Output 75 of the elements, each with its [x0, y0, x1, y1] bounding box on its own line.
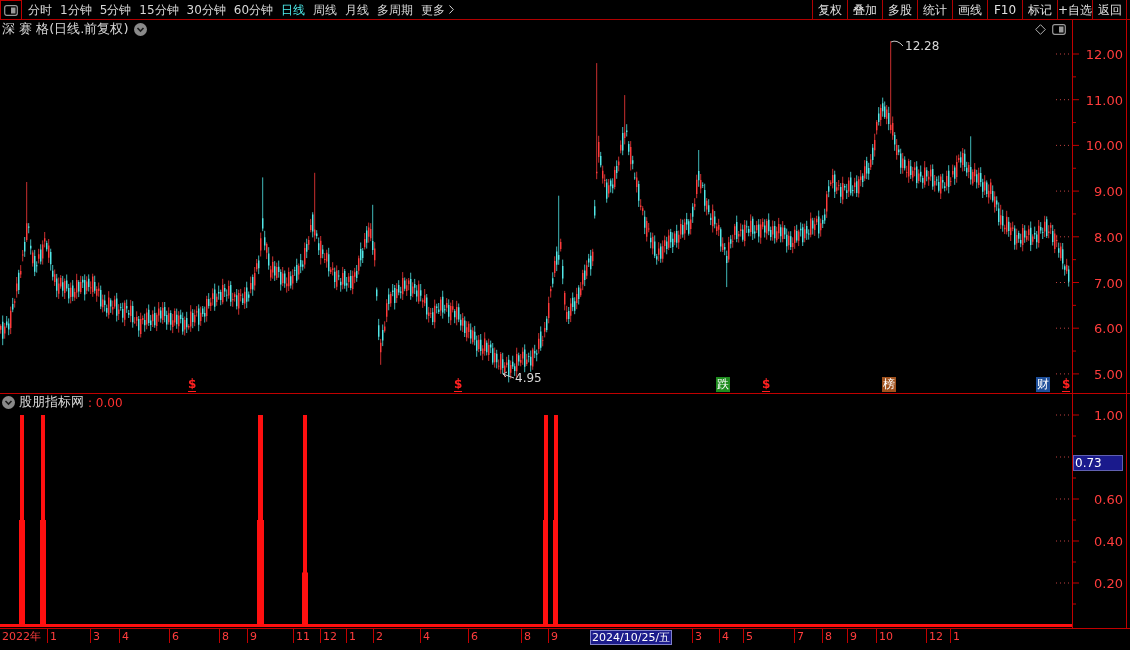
- period-tab[interactable]: 日线: [277, 0, 310, 19]
- period-tab[interactable]: 周线: [309, 0, 342, 19]
- indicator-axis-label: 0.20: [1094, 576, 1123, 591]
- date-axis-label: 4: [122, 630, 129, 643]
- date-axis-label: 4: [722, 630, 729, 643]
- period-tab[interactable]: 30分钟: [182, 0, 230, 19]
- indicator-title: 股朋指标网: [19, 393, 84, 412]
- panel-toggle-icon[interactable]: [1052, 23, 1066, 35]
- indicator-axis-label: 1.00: [1094, 408, 1123, 423]
- price-axis-label: 6.00: [1094, 321, 1123, 337]
- indicator-value: : 0.00: [88, 394, 123, 412]
- period-tab[interactable]: 15分钟: [135, 0, 183, 19]
- diamond-icon[interactable]: [1035, 23, 1046, 35]
- date-axis-label: 11: [296, 630, 310, 643]
- toolbar-button[interactable]: 返回: [1092, 0, 1127, 19]
- low-price-label: 4.95: [515, 371, 542, 385]
- price-axis-label: 5.00: [1094, 366, 1123, 382]
- price-axis-label: 11.00: [1085, 92, 1123, 108]
- date-axis-label: 1: [349, 630, 356, 643]
- indicator-axis-label: 0.60: [1094, 492, 1123, 507]
- date-axis-label: 8: [222, 630, 229, 643]
- date-axis-label: 3: [93, 630, 100, 643]
- panel-toggle-icon: [4, 4, 18, 16]
- date-axis-label: 1: [953, 630, 960, 643]
- chevron-down-icon[interactable]: [133, 22, 147, 36]
- date-axis-label: 9: [850, 630, 857, 643]
- date-axis-label: 12: [323, 630, 337, 643]
- period-tab[interactable]: 60分钟: [229, 0, 278, 19]
- high-price-label: 12.28: [905, 39, 940, 53]
- date-axis-label: 8: [524, 630, 531, 643]
- toolbar-button[interactable]: +自选: [1057, 0, 1092, 19]
- date-axis-label: 5: [746, 630, 753, 643]
- date-axis-label: 1: [50, 630, 57, 643]
- date-axis-label: 4: [423, 630, 430, 643]
- date-axis-label: 2024/10/25/五: [590, 630, 673, 645]
- date-axis-label: 6: [172, 630, 179, 643]
- cursor-value-label: 0.73: [1073, 455, 1123, 471]
- toolbar-button[interactable]: 标记: [1022, 0, 1057, 19]
- period-tab[interactable]: 分时: [24, 0, 56, 19]
- indicator-axis-label: 0.40: [1094, 534, 1123, 549]
- toolbar-button[interactable]: F10: [987, 0, 1022, 19]
- period-tab[interactable]: 更多: [417, 0, 459, 19]
- toolbar-button[interactable]: 画线: [952, 0, 987, 19]
- event-badge[interactable]: 榜: [882, 377, 896, 392]
- toolbar-button[interactable]: 复权: [812, 0, 847, 19]
- price-axis-label: 8.00: [1094, 229, 1123, 245]
- date-axis-label: 3: [695, 630, 702, 643]
- price-axis-label: 10.00: [1085, 138, 1123, 154]
- date-axis-label: 9: [250, 630, 257, 643]
- date-axis-label: 10: [879, 630, 893, 643]
- chevron-right-icon: [449, 5, 455, 14]
- event-badge[interactable]: 跌: [716, 377, 730, 392]
- date-axis-label: 7: [797, 630, 804, 643]
- period-tab[interactable]: 5分钟: [95, 0, 136, 19]
- period-tab[interactable]: 多周期: [373, 0, 418, 19]
- date-axis-label: 9: [551, 630, 558, 643]
- chevron-down-icon[interactable]: [2, 396, 15, 409]
- date-axis-label: 12: [929, 630, 943, 643]
- price-axis-label: 12.00: [1085, 47, 1123, 62]
- toolbar-button[interactable]: 统计: [917, 0, 952, 19]
- price-axis-label: 9.00: [1094, 184, 1123, 200]
- chart-title: 深 赛 格(日线.前复权): [2, 20, 129, 39]
- arrow-left-icon: [502, 371, 515, 379]
- leader-line: [890, 40, 904, 47]
- toolbar-button[interactable]: 叠加: [847, 0, 882, 19]
- date-axis-label: 8: [825, 630, 832, 643]
- period-tab[interactable]: 月线: [341, 0, 374, 19]
- period-tab[interactable]: 1分钟: [56, 0, 96, 19]
- toolbar-button[interactable]: 多股: [882, 0, 917, 19]
- date-axis-label: 2: [376, 630, 383, 643]
- panel-toggle-button[interactable]: [0, 0, 22, 20]
- price-axis-label: 7.00: [1094, 275, 1123, 291]
- event-badge[interactable]: 财: [1036, 377, 1050, 392]
- date-axis-label: 6: [471, 630, 478, 643]
- date-axis-label: 2022年: [2, 630, 41, 643]
